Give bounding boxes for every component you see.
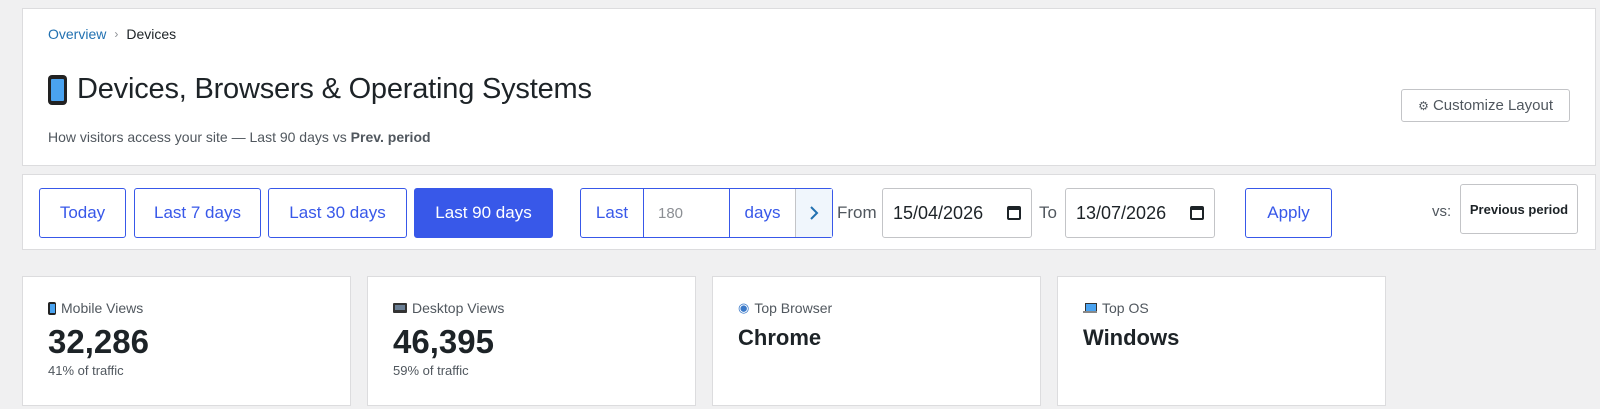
stat-card-top-browser: ◉ Top Browser Chrome [712, 276, 1041, 406]
gear-icon: ⚙ [1418, 98, 1429, 113]
breadcrumb-overview-link[interactable]: Overview [48, 26, 106, 42]
stat-value: Chrome [738, 325, 822, 350]
customize-layout-label: Customize Layout [1432, 97, 1553, 114]
stat-label: Top OS [1083, 300, 1149, 316]
range-today-button[interactable]: Today [39, 188, 126, 238]
stat-card-top-os: Top OS Windows [1057, 276, 1386, 406]
custom-range-go-button[interactable] [796, 189, 832, 237]
breadcrumb: Overview › Devices [48, 26, 176, 42]
to-label: To [1039, 203, 1057, 222]
stat-value: 32,286 [48, 323, 149, 360]
stat-card-mobile-views: Mobile Views 32,286 41% of traffic [22, 276, 351, 406]
stat-sub: 59% of traffic [393, 363, 469, 378]
customize-layout-button[interactable]: ⚙ Customize Layout [1401, 89, 1570, 122]
mobile-phone-icon [48, 301, 56, 315]
stat-label-text: Desktop Views [412, 300, 505, 316]
from-date-value: 15/04/2026 [893, 202, 984, 223]
page-title-text: Devices, Browsers & Operating Systems [77, 73, 592, 105]
globe-icon: ◉ [738, 300, 750, 315]
compare-label: vs: [1432, 203, 1452, 220]
stat-label-text: Top Browser [754, 300, 833, 316]
subtitle-compare-period: Prev. period [350, 129, 431, 145]
stat-label: ◉ Top Browser [738, 300, 832, 316]
stat-card-desktop-views: Desktop Views 46,395 59% of traffic [367, 276, 696, 406]
range-last-90-days-button[interactable]: Last 90 days [414, 188, 553, 238]
page-title: Devices, Browsers & Operating Systems [48, 73, 592, 106]
stat-label-text: Top OS [1102, 300, 1149, 316]
stat-sub: 41% of traffic [48, 363, 124, 378]
calendar-icon[interactable] [1007, 206, 1021, 220]
from-label: From [837, 203, 877, 222]
stat-value: 46,395 [393, 323, 494, 360]
custom-days-input[interactable] [644, 189, 730, 237]
custom-range-group: Last days [580, 188, 833, 238]
calendar-icon[interactable] [1190, 206, 1204, 220]
stat-label-text: Mobile Views [61, 300, 144, 316]
breadcrumb-separator: › [114, 27, 119, 41]
desktop-icon [393, 303, 407, 313]
mobile-phone-icon [48, 74, 67, 105]
compare-period-select[interactable]: Previous period [1460, 184, 1578, 234]
apply-button[interactable]: Apply [1245, 188, 1332, 238]
stat-label: Desktop Views [393, 300, 504, 316]
range-last-30-days-button[interactable]: Last 30 days [268, 188, 407, 238]
custom-range-suffix: days [730, 189, 796, 237]
to-date-value: 13/07/2026 [1076, 202, 1167, 223]
custom-range-prefix: Last [581, 189, 644, 237]
laptop-icon [1083, 303, 1097, 313]
subtitle-text: How visitors access your site — Last 90 … [48, 129, 351, 145]
page-header: Overview › Devices Devices, Browsers & O… [22, 8, 1596, 166]
stat-value: Windows [1083, 325, 1180, 350]
stat-label: Mobile Views [48, 300, 143, 316]
date-filter-bar: Today Last 7 days Last 30 days Last 90 d… [22, 174, 1596, 250]
to-date-input[interactable]: 13/07/2026 [1065, 188, 1215, 238]
range-last-7-days-button[interactable]: Last 7 days [134, 188, 261, 238]
chevron-right-icon [810, 206, 819, 220]
breadcrumb-current: Devices [126, 26, 177, 42]
page-subtitle: How visitors access your site — Last 90 … [48, 129, 431, 145]
from-date-input[interactable]: 15/04/2026 [882, 188, 1032, 238]
